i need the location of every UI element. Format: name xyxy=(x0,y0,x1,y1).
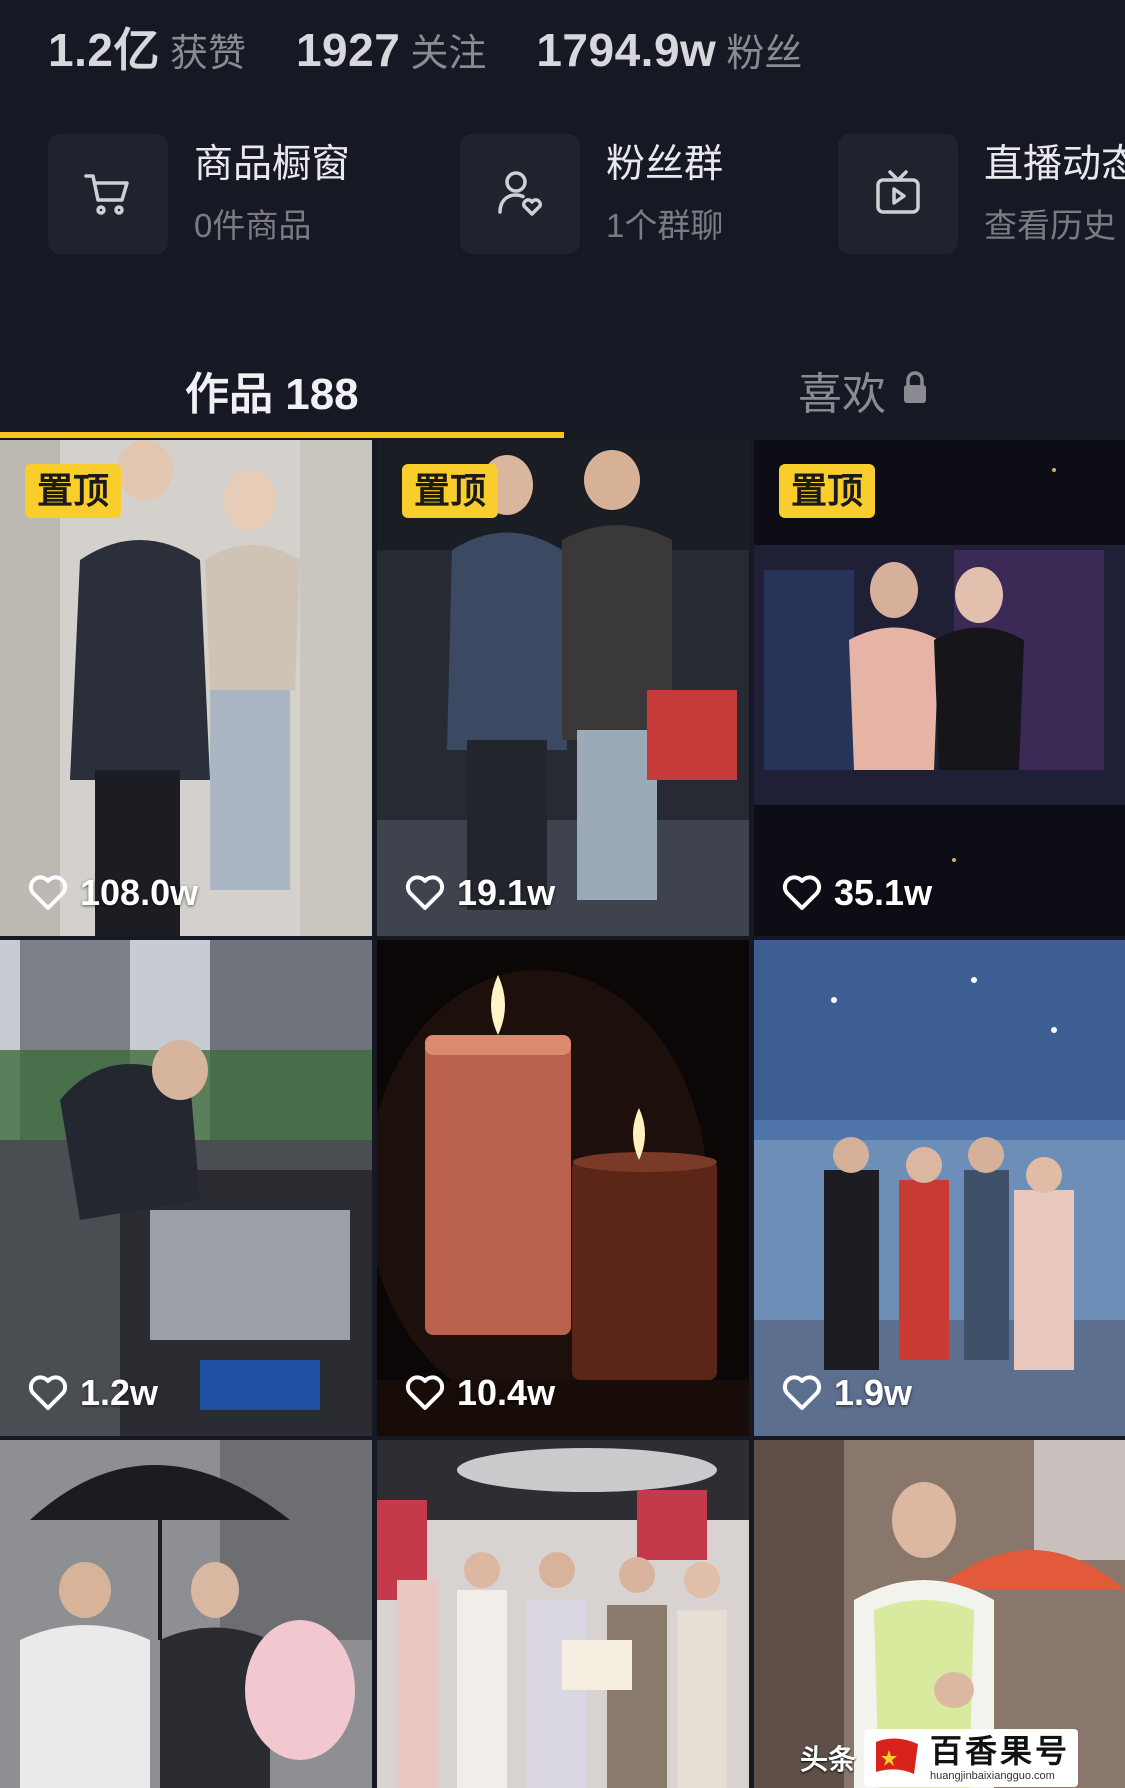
watermark-brand: 百香果号 xyxy=(930,1733,1071,1769)
video-thumbnail xyxy=(0,940,372,1436)
shortcut-shop-window-subtitle: 0件商品 xyxy=(194,207,312,244)
profile-stats: 1.2亿 获赞 1927 关注 1794.9w 粉丝 xyxy=(48,14,852,80)
heart-icon xyxy=(28,1375,68,1410)
pinned-badge: 置顶 xyxy=(779,464,876,518)
shortcut-live-history-subtitle: 查看历史 xyxy=(984,207,1116,244)
video-tile-8[interactable] xyxy=(377,1440,749,1788)
video-likes: 1.2w xyxy=(28,1372,158,1414)
video-grid: 置顶 108.0w 置顶 19.1w 置顶 35.1w 1.2w 10.4w 1… xyxy=(0,440,1125,1788)
video-tile-2[interactable]: 置顶 19.1w xyxy=(377,440,749,936)
watermark-left-text: 头条 xyxy=(800,1744,857,1775)
stat-followers-value: 1794.9w xyxy=(536,24,717,76)
video-like-count: 35.1w xyxy=(834,872,933,913)
video-tile-4[interactable]: 1.2w xyxy=(0,940,372,1436)
video-tile-7[interactable] xyxy=(0,1440,372,1788)
shortcut-fan-group[interactable]: 粉丝群 1个群聊 xyxy=(460,134,723,259)
heart-icon xyxy=(28,875,68,910)
watermark-url: huangjinbaixiangguo.com xyxy=(930,1770,1055,1782)
video-likes: 19.1w xyxy=(405,872,555,914)
video-like-count: 1.9w xyxy=(834,1372,913,1413)
tab-works[interactable]: 作品 188 xyxy=(185,340,359,440)
active-tab-indicator xyxy=(0,432,564,438)
flag-logo-icon xyxy=(876,1738,919,1774)
stat-likes[interactable]: 1.2亿 获赞 xyxy=(48,14,246,80)
watermark: 头条 百香果号 huangjinbaixiangguo.com xyxy=(800,1728,1079,1788)
video-like-count: 10.4w xyxy=(457,1372,556,1413)
stat-likes-value: 1.2亿 xyxy=(48,24,160,76)
profile-tabs: 作品 188 喜欢 xyxy=(0,340,1125,440)
stat-followers[interactable]: 1794.9w 粉丝 xyxy=(536,22,802,77)
video-likes: 10.4w xyxy=(405,1372,555,1414)
tab-works-label: 作品 188 xyxy=(185,370,359,419)
stat-following[interactable]: 1927 关注 xyxy=(296,22,486,77)
video-tile-3[interactable]: 置顶 35.1w xyxy=(754,440,1125,936)
video-likes: 1.9w xyxy=(782,1372,912,1414)
video-thumbnail xyxy=(377,1440,749,1788)
video-tile-5[interactable]: 10.4w xyxy=(377,940,749,1436)
video-likes: 108.0w xyxy=(28,872,198,914)
heart-icon xyxy=(782,1375,822,1410)
shortcut-fan-group-subtitle: 1个群聊 xyxy=(606,207,724,244)
stat-following-value: 1927 xyxy=(295,24,401,76)
shortcut-fan-group-title: 粉丝群 xyxy=(606,143,724,186)
fan-group-icon xyxy=(460,134,580,254)
video-like-count: 19.1w xyxy=(457,872,556,913)
shortcut-live-history-title: 直播动态 xyxy=(984,143,1125,186)
video-tile-6[interactable]: 1.9w xyxy=(754,940,1125,1436)
stat-followers-label: 粉丝 xyxy=(726,33,803,75)
heart-icon xyxy=(405,875,445,910)
shortcut-shop-window[interactable]: 商品橱窗 0件商品 xyxy=(48,134,350,259)
shortcut-row: 商品橱窗 0件商品 粉丝群 1个群聊 直播动态 查看历史 xyxy=(48,134,1125,259)
tab-likes[interactable]: 喜欢 xyxy=(798,340,928,440)
video-thumbnail xyxy=(377,940,749,1436)
heart-icon xyxy=(405,1375,445,1410)
live-tv-icon xyxy=(838,134,958,254)
stat-likes-label: 获赞 xyxy=(169,33,246,75)
pinned-badge: 置顶 xyxy=(402,464,499,518)
video-thumbnail xyxy=(0,1440,372,1788)
shortcut-live-history[interactable]: 直播动态 查看历史 xyxy=(838,134,1125,259)
shortcut-shop-window-title: 商品橱窗 xyxy=(194,143,351,186)
video-like-count: 108.0w xyxy=(80,872,199,913)
tab-likes-label: 喜欢 xyxy=(798,370,886,419)
heart-icon xyxy=(782,875,822,910)
video-likes: 35.1w xyxy=(782,872,932,914)
cart-icon xyxy=(48,134,168,254)
video-like-count: 1.2w xyxy=(80,1372,159,1413)
watermark-logo: 百香果号 huangjinbaixiangguo.com xyxy=(864,1729,1079,1787)
stat-following-label: 关注 xyxy=(410,33,487,75)
video-thumbnail xyxy=(754,940,1125,1436)
lock-icon xyxy=(902,370,928,410)
pinned-badge: 置顶 xyxy=(25,464,122,518)
video-tile-1[interactable]: 置顶 108.0w xyxy=(0,440,372,936)
